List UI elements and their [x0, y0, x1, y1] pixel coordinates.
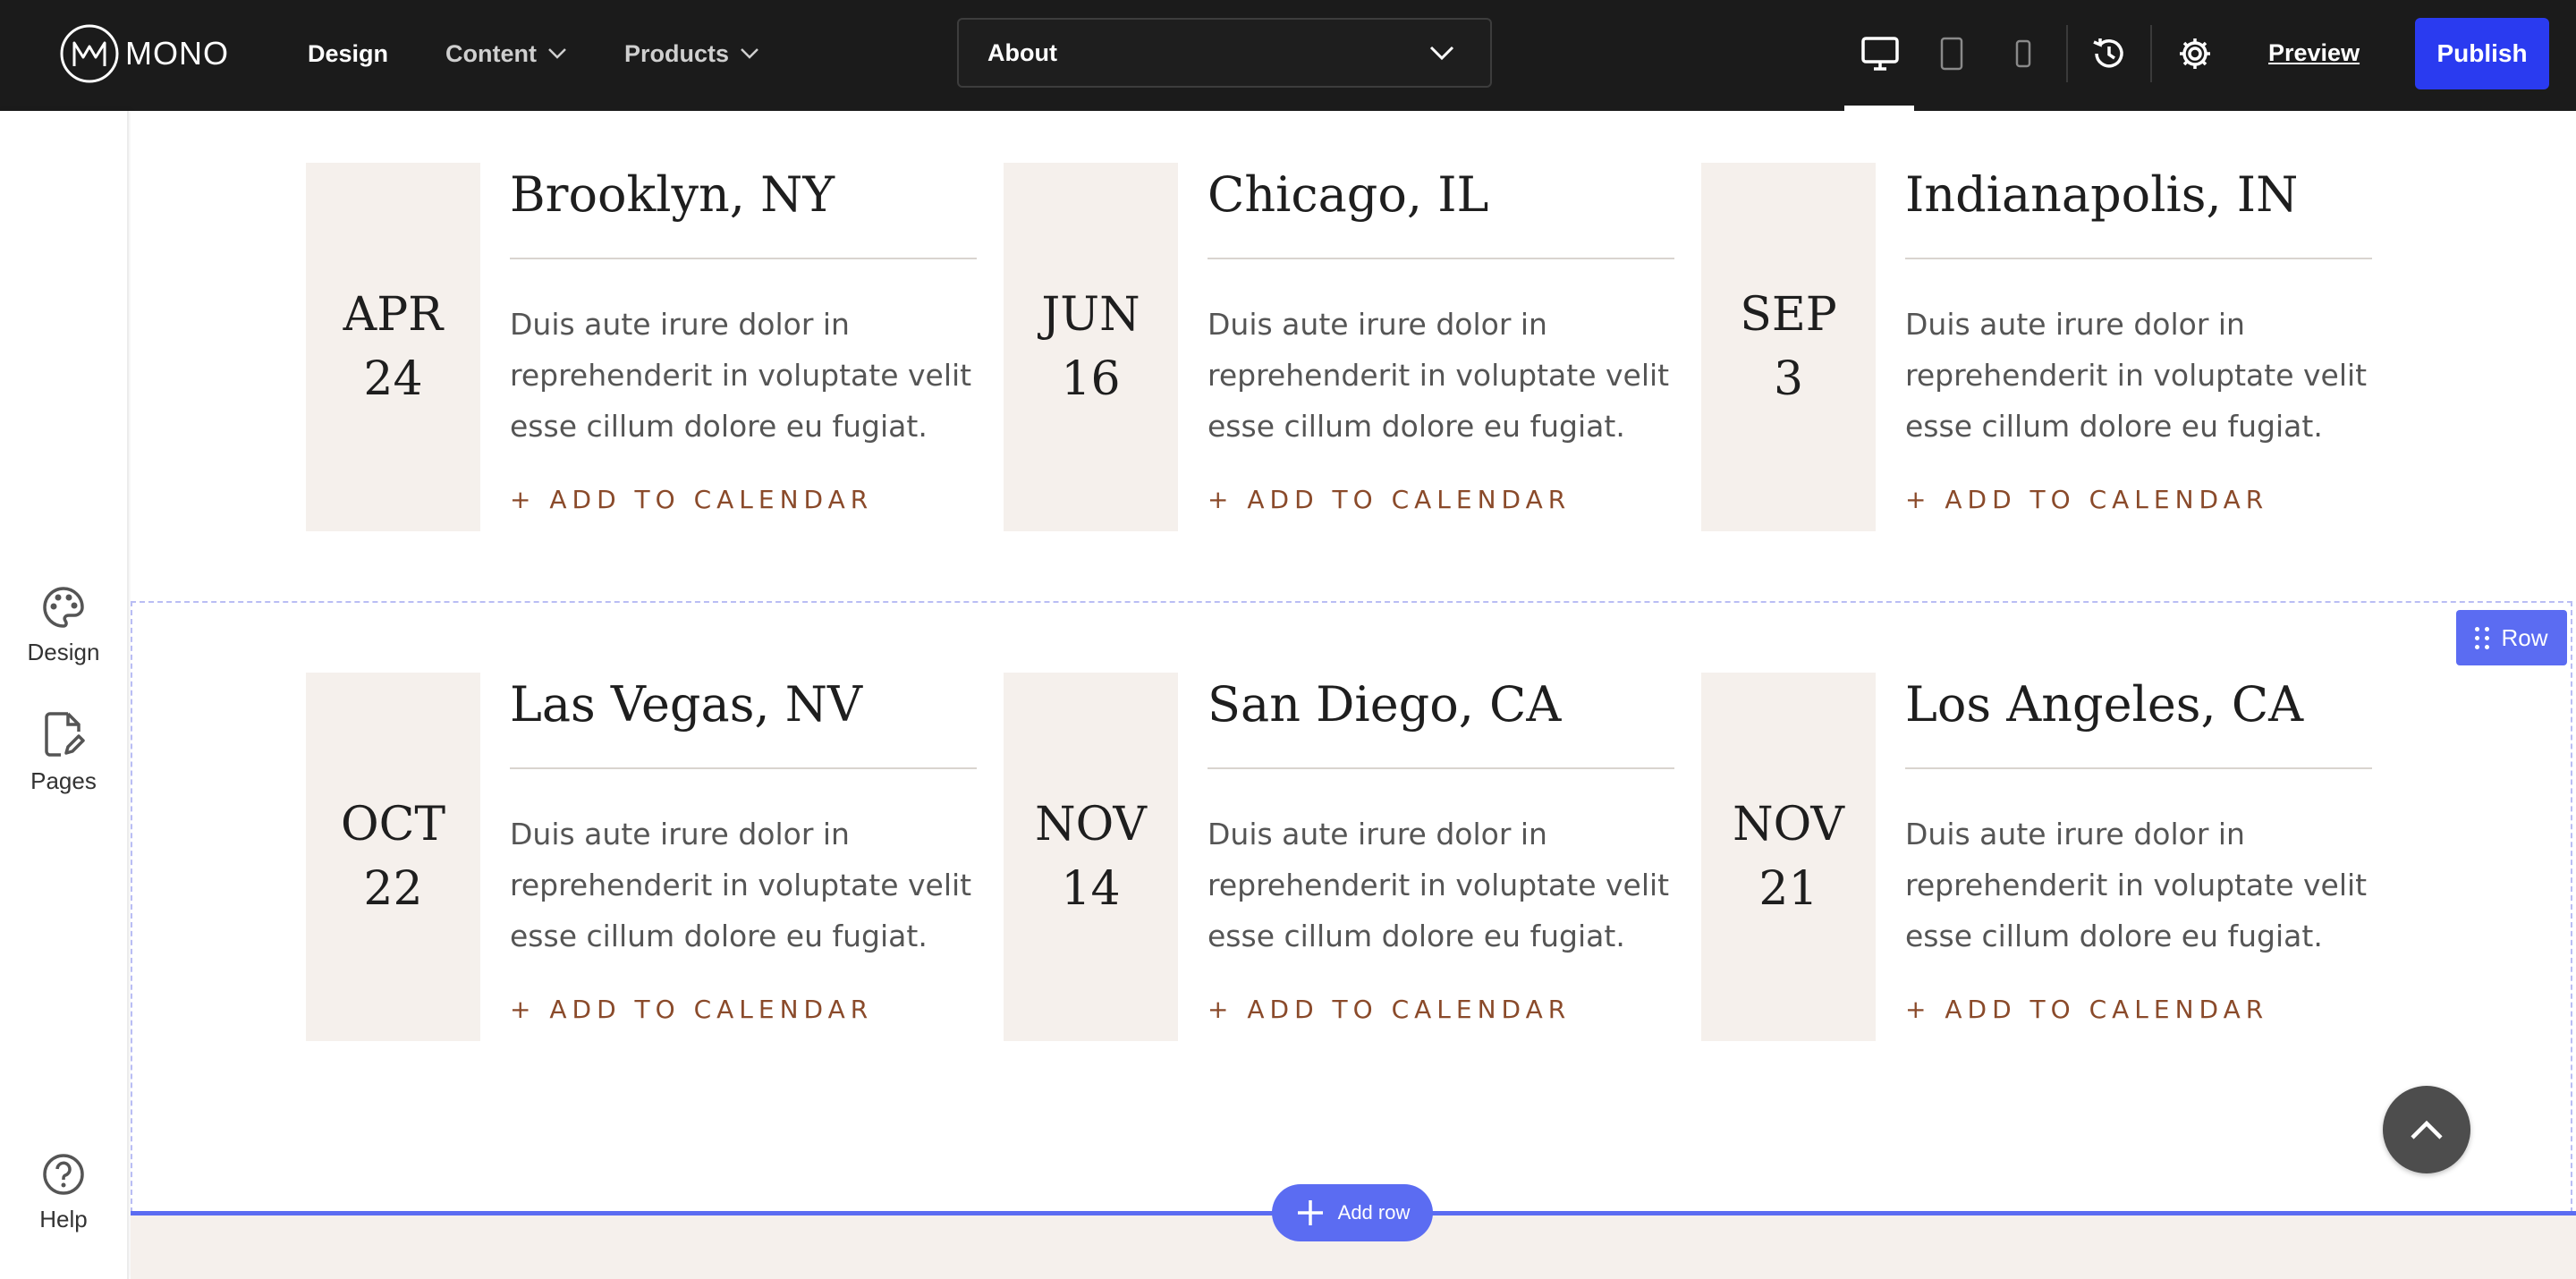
- event-month: JUN: [1041, 288, 1140, 342]
- add-to-calendar-link[interactable]: + ADD TO CALENDAR: [510, 485, 873, 514]
- sidebar-item-design[interactable]: Design: [0, 585, 127, 666]
- plus-icon: [1297, 1200, 1323, 1225]
- page-selector[interactable]: About: [957, 18, 1492, 88]
- event-description: Duis aute irure dolor in reprehenderit i…: [1208, 817, 1670, 953]
- event-date: APR 24: [306, 163, 480, 531]
- sidebar-item-label: Design: [27, 639, 100, 665]
- nav-design-label: Design: [308, 39, 389, 67]
- nav-design[interactable]: Design: [308, 40, 388, 68]
- add-to-calendar-link[interactable]: + ADD TO CALENDAR: [510, 995, 873, 1024]
- logo-mark-icon: [60, 24, 119, 83]
- preview-link[interactable]: Preview: [2268, 39, 2360, 67]
- sidebar-item-help[interactable]: Help: [0, 1152, 127, 1233]
- page-canvas: Row APR 24 Brooklyn, NY Duis aute irure …: [131, 111, 2576, 1279]
- main-nav: Design Content Products: [308, 0, 817, 107]
- event-city: Los Angeles, CA: [1905, 676, 2304, 733]
- top-toolbar: MONO Design Content Products About Previ…: [0, 0, 2576, 111]
- divider: [1905, 258, 2372, 259]
- event-month: OCT: [340, 798, 446, 851]
- event-month: SEP: [1740, 288, 1837, 342]
- event-day: 24: [363, 352, 423, 406]
- chevron-down-icon: [548, 48, 566, 59]
- add-row-button[interactable]: Add row: [1272, 1184, 1433, 1241]
- history-icon: [2093, 38, 2123, 68]
- event-city: Las Vegas, NV: [510, 676, 862, 733]
- event-card: NOV 14 San Diego, CA Duis aute irure dol…: [1004, 673, 1674, 1041]
- row-handle-label: Row: [2501, 623, 2548, 651]
- event-card: APR 24 Brooklyn, NY Duis aute irure dolo…: [306, 163, 977, 531]
- event-description: Duis aute irure dolor in reprehenderit i…: [510, 817, 972, 953]
- sidebar-item-pages[interactable]: Pages: [0, 710, 127, 795]
- nav-products[interactable]: Products: [624, 40, 759, 68]
- event-month: APR: [343, 288, 444, 342]
- add-to-calendar-link[interactable]: + ADD TO CALENDAR: [1905, 485, 2268, 514]
- event-month: NOV: [1733, 798, 1844, 851]
- event-date: NOV 14: [1004, 673, 1178, 1041]
- event-description: Duis aute irure dolor in reprehenderit i…: [1208, 307, 1670, 444]
- event-city: Chicago, IL: [1208, 166, 1489, 223]
- event-city: Brooklyn, NY: [510, 166, 835, 223]
- history-button[interactable]: [2082, 27, 2136, 80]
- event-card: NOV 21 Los Angeles, CA Duis aute irure d…: [1701, 673, 2372, 1041]
- drag-handle-icon: [2475, 626, 2490, 649]
- nav-content-label: Content: [445, 39, 538, 67]
- row-handle[interactable]: Row: [2456, 610, 2567, 665]
- nav-content[interactable]: Content: [445, 40, 567, 68]
- mobile-view-button[interactable]: [1996, 27, 2050, 80]
- divider: [1905, 767, 2372, 769]
- event-date: OCT 22: [306, 673, 480, 1041]
- chevron-down-icon: [1429, 46, 1454, 61]
- event-day: 3: [1773, 352, 1804, 406]
- divider: [510, 767, 977, 769]
- nav-products-label: Products: [624, 39, 730, 67]
- event-description: Duis aute irure dolor in reprehenderit i…: [510, 307, 972, 444]
- event-city: San Diego, CA: [1208, 676, 1562, 733]
- help-icon: [43, 1154, 84, 1195]
- mono-logo[interactable]: MONO: [59, 23, 229, 84]
- scroll-to-top-button[interactable]: [2383, 1086, 2470, 1173]
- sidebar-item-label: Help: [39, 1206, 88, 1232]
- event-card: SEP 3 Indianapolis, IN Duis aute irure d…: [1701, 163, 2372, 531]
- event-description: Duis aute irure dolor in reprehenderit i…: [1905, 307, 2368, 444]
- page-edit-icon: [45, 712, 85, 757]
- settings-button[interactable]: [2168, 27, 2222, 80]
- event-date: NOV 21: [1701, 673, 1876, 1041]
- logo-text: MONO: [125, 35, 229, 72]
- page-selector-value: About: [987, 38, 1057, 66]
- event-day: 21: [1758, 862, 1818, 916]
- toolbar-divider: [2066, 25, 2068, 82]
- event-date: JUN 16: [1004, 163, 1178, 531]
- event-card: OCT 22 Las Vegas, NV Duis aute irure dol…: [306, 673, 977, 1041]
- add-to-calendar-link[interactable]: + ADD TO CALENDAR: [1208, 995, 1571, 1024]
- gear-icon: [2180, 38, 2210, 69]
- event-city: Indianapolis, IN: [1905, 166, 2299, 223]
- event-day: 14: [1061, 862, 1121, 916]
- mobile-icon: [2015, 39, 2031, 68]
- add-to-calendar-link[interactable]: + ADD TO CALENDAR: [1905, 995, 2268, 1024]
- toolbar-divider: [2150, 25, 2152, 82]
- chevron-up-icon: [2411, 1120, 2443, 1139]
- event-day: 22: [363, 862, 423, 916]
- divider: [1208, 258, 1674, 259]
- event-card: JUN 16 Chicago, IL Duis aute irure dolor…: [1004, 163, 1674, 531]
- tablet-icon: [1940, 37, 1963, 71]
- event-day: 16: [1061, 352, 1121, 406]
- event-month: NOV: [1035, 798, 1147, 851]
- palette-icon: [43, 587, 84, 628]
- divider: [510, 258, 977, 259]
- sidebar-item-label: Pages: [30, 767, 97, 794]
- chevron-down-icon: [741, 48, 758, 59]
- event-description: Duis aute irure dolor in reprehenderit i…: [1905, 817, 2368, 953]
- tablet-view-button[interactable]: [1925, 27, 1979, 80]
- event-date: SEP 3: [1701, 163, 1876, 531]
- add-to-calendar-link[interactable]: + ADD TO CALENDAR: [1208, 485, 1571, 514]
- desktop-view-button[interactable]: [1853, 27, 1907, 80]
- desktop-icon: [1861, 37, 1899, 71]
- left-sidebar: Design Pages Help: [0, 111, 129, 1279]
- publish-button[interactable]: Publish: [2415, 18, 2549, 89]
- divider: [1208, 767, 1674, 769]
- add-row-label: Add row: [1337, 1201, 1411, 1224]
